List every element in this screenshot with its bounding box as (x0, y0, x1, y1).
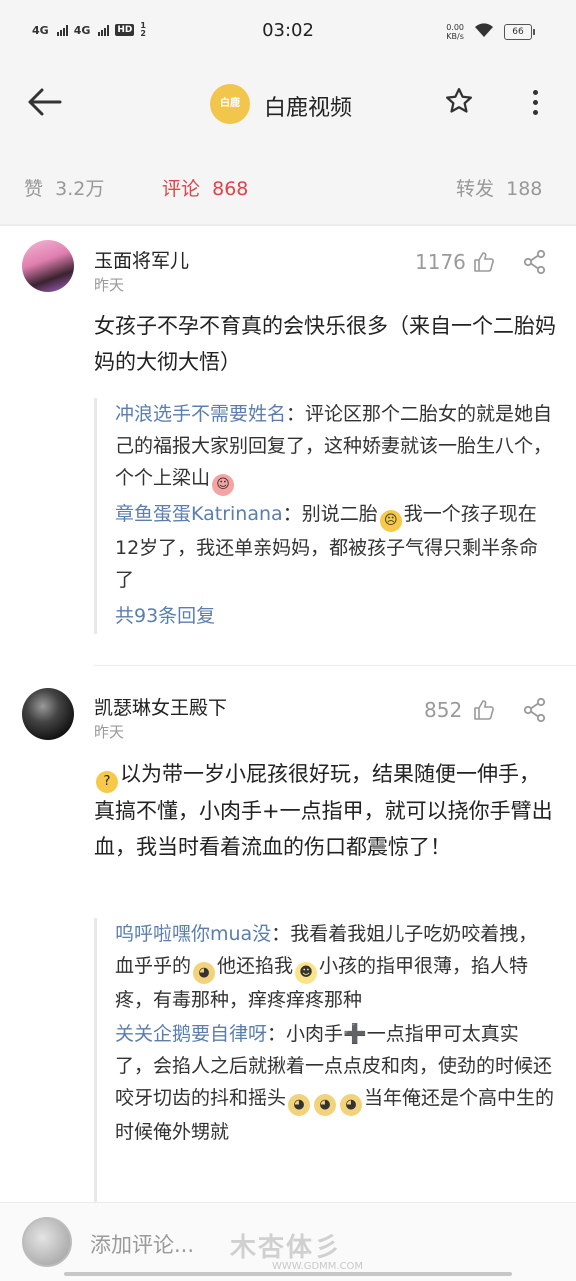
thinking-emoji-icon: ? (96, 771, 118, 793)
reposts-tab[interactable]: 转发 188 (456, 174, 542, 201)
comment-time: 昨天 (94, 276, 125, 294)
share-icon[interactable] (522, 697, 548, 723)
reply-username[interactable]: 关关企鹅要自律呀 (115, 1023, 267, 1045)
doge-emoji-icon: ◕ (314, 1094, 337, 1116)
reply-text: 他还掐我 (217, 955, 294, 977)
reply-text: 别说二胎 (301, 503, 378, 525)
user-avatar[interactable] (22, 1217, 72, 1267)
comment-text: 女孩子不孕不育真的会快乐很多（来自一个二胎妈妈的大彻大悟） (94, 314, 556, 374)
view-all-replies-link[interactable]: 共93条回复 (115, 598, 556, 634)
reply-username[interactable]: 呜呼啦嘿你mua没 (115, 923, 271, 945)
reply-separator: ： (282, 503, 302, 525)
star-icon[interactable] (444, 86, 474, 123)
speed-unit: KB/s (446, 32, 464, 41)
reposts-value: 188 (506, 178, 543, 200)
reply-item[interactable]: 关关企鹅要自律呀：小肉手➕一点指甲可太真实了，会掐人之后就揪着一点点皮和肉，使劲… (115, 1018, 556, 1148)
reply-separator: ： (271, 923, 291, 945)
doge-emoji-icon: ◕ (193, 962, 216, 984)
comment-username[interactable]: 玉面将军儿 (94, 246, 189, 273)
doge-emoji-icon: ◕ (340, 1094, 363, 1116)
reply-username[interactable]: 章鱼蛋蛋Katrinana (115, 503, 283, 525)
status-right: 0.00 KB/s 66 (446, 22, 535, 42)
stats-bar: 赞 3.2万 评论 868 转发 188 (0, 150, 576, 224)
watermark-logo: 木杏体彡 (230, 1233, 343, 1263)
comments-label: 评论 (162, 178, 201, 200)
reply-item[interactable]: 呜呼啦嘿你mua没：我看着我姐儿子吃奶咬着拽，血乎乎的 ◕ 他还掐我 ☻ 小孩的指甲很薄… (115, 918, 556, 1016)
thumbs-up-icon[interactable] (472, 698, 496, 722)
reply-list: 呜呼啦嘿你mua没：我看着我姐儿子吃奶咬着拽，血乎乎的 ◕ 他还掐我 ☻ 小孩的指甲很薄… (94, 918, 556, 1202)
avatar[interactable] (22, 240, 74, 292)
divider (0, 224, 576, 226)
comment-input-bar: 添加评论... 木杏体彡 WWW.GDMM.COM (0, 1202, 576, 1281)
back-arrow-icon[interactable] (24, 82, 64, 122)
comment-text: ? 以为带一岁小屁孩很好玩，结果随便一伸手，真搞不懂，小肉手+一点指甲，就可以挠你… (94, 756, 556, 865)
reply-username[interactable]: 冲浪选手不需要姓名 (115, 403, 286, 425)
mask-emoji-icon: ☻ (295, 962, 318, 984)
reply-separator: ： (267, 1023, 287, 1045)
more-vertical-icon[interactable] (520, 86, 550, 122)
gesture-bar[interactable] (64, 1272, 512, 1276)
speed-value: 0.00 (446, 23, 464, 32)
reply-item[interactable]: 章鱼蛋蛋Katrinana：别说二胎 ☹ 我一个孩子现在12岁了，我还单亲妈妈，都被… (115, 498, 556, 596)
avatar[interactable] (22, 688, 74, 740)
comments-tab[interactable]: 评论 868 (162, 174, 248, 201)
battery-icon: 66 (504, 24, 535, 40)
plus-icon: ➕ (343, 1023, 367, 1045)
watermark-url: WWW.GDMM.COM (272, 1261, 364, 1272)
likes-tab[interactable]: 赞 3.2万 (24, 174, 104, 201)
comment-divider (94, 665, 576, 666)
thumbs-up-icon[interactable] (472, 250, 496, 274)
likes-value: 3.2万 (55, 178, 105, 200)
share-icon[interactable] (522, 249, 548, 275)
doge-emoji-icon: ◕ (288, 1094, 311, 1116)
comment-time: 昨天 (94, 723, 125, 741)
likes-label: 赞 (24, 178, 44, 200)
reply-separator: ： (286, 403, 306, 425)
like-count: 852 (424, 698, 463, 722)
channel-logo[interactable]: 白鹿 (210, 84, 250, 124)
reply-item[interactable]: 冲浪选手不需要姓名：评论区那个二胎女的就是她自己的福报大家别回复了，这种娇妻就该… (115, 398, 556, 496)
reposts-label: 转发 (456, 178, 495, 200)
like-count: 1176 (415, 250, 466, 274)
blush-emoji-icon: ☺ (212, 474, 235, 496)
comment-username[interactable]: 凯瑟琳女王殿下 (94, 693, 227, 720)
channel-title[interactable]: 白鹿视频 (264, 90, 352, 122)
crying-emoji-icon: ☹ (379, 510, 402, 532)
network-speed: 0.00 KB/s (446, 23, 464, 41)
wifi-icon (474, 22, 494, 42)
battery-level: 66 (512, 27, 524, 37)
add-comment-input[interactable]: 添加评论... (90, 1229, 194, 1259)
comments-value: 868 (212, 178, 249, 200)
reply-list: 冲浪选手不需要姓名：评论区那个二胎女的就是她自己的福报大家别回复了，这种娇妻就该… (94, 398, 556, 634)
comment-body: 以为带一岁小屁孩很好玩，结果随便一伸手，真搞不懂，小肉手+一点指甲，就可以挠你手… (94, 762, 553, 859)
reply-text: 小肉手 (286, 1023, 344, 1045)
status-bar: 4G 4G HD 1 2 03:02 0.00 KB/s 66 (0, 0, 576, 60)
top-nav-bar: 白鹿 白鹿视频 (0, 60, 576, 150)
